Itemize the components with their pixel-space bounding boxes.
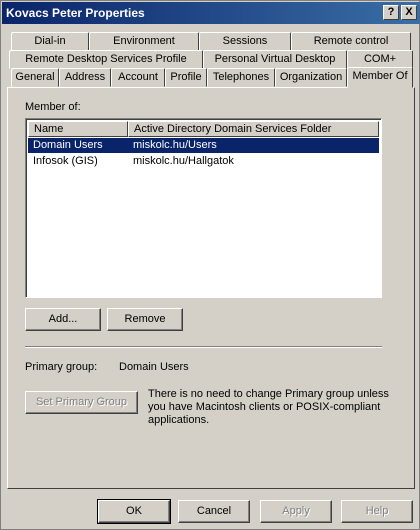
properties-dialog: Kovacs Peter Properties ? X Dial-in Envi… bbox=[0, 0, 420, 530]
group-folder: miskolc.hu/Hallgatok bbox=[133, 155, 234, 167]
tab-remote-control[interactable]: Remote control bbox=[291, 32, 411, 51]
list-item[interactable]: Domain Users miskolc.hu/Users bbox=[28, 138, 379, 153]
set-primary-group-button[interactable]: Set Primary Group bbox=[25, 391, 138, 414]
ok-button[interactable]: OK bbox=[97, 499, 171, 524]
column-header-name[interactable]: Name bbox=[28, 121, 128, 137]
window-title: Kovacs Peter Properties bbox=[6, 6, 145, 20]
group-name: Domain Users bbox=[33, 139, 103, 151]
tab-telephones[interactable]: Telephones bbox=[207, 68, 275, 87]
tab-general[interactable]: General bbox=[11, 68, 59, 87]
primary-group-note: There is no need to change Primary group… bbox=[148, 388, 389, 426]
title-bar[interactable]: Kovacs Peter Properties ? X bbox=[2, 2, 420, 24]
separator bbox=[25, 346, 382, 348]
tab-dial-in[interactable]: Dial-in bbox=[11, 32, 89, 51]
list-item[interactable]: Infosok (GIS) miskolc.hu/Hallgatok bbox=[28, 154, 379, 169]
cancel-button[interactable]: Cancel bbox=[178, 500, 250, 523]
list-header: Name Active Directory Domain Services Fo… bbox=[28, 121, 379, 137]
tab-member-of[interactable]: Member Of bbox=[347, 67, 413, 88]
group-folder: miskolc.hu/Users bbox=[133, 139, 217, 151]
apply-button[interactable]: Apply bbox=[260, 500, 332, 523]
add-button[interactable]: Add... bbox=[25, 308, 101, 331]
tab-profile[interactable]: Profile bbox=[165, 68, 207, 87]
primary-group-value: Domain Users bbox=[119, 361, 189, 373]
primary-group-label: Primary group: bbox=[25, 361, 98, 373]
member-of-panel: Member of: Name Active Directory Domain … bbox=[7, 87, 415, 489]
tab-remote-desktop-services-profile[interactable]: Remote Desktop Services Profile bbox=[9, 50, 203, 69]
tab-environment[interactable]: Environment bbox=[89, 32, 199, 51]
remove-button[interactable]: Remove bbox=[107, 308, 183, 331]
tab-personal-virtual-desktop[interactable]: Personal Virtual Desktop bbox=[203, 50, 347, 69]
member-of-label: Member of: bbox=[25, 101, 81, 113]
tab-sessions[interactable]: Sessions bbox=[199, 32, 291, 51]
group-name: Infosok (GIS) bbox=[33, 155, 98, 167]
column-header-folder[interactable]: Active Directory Domain Services Folder bbox=[128, 121, 379, 137]
member-of-list[interactable]: Name Active Directory Domain Services Fo… bbox=[25, 118, 382, 298]
tab-account[interactable]: Account bbox=[111, 68, 165, 87]
help-title-button[interactable]: ? bbox=[383, 5, 399, 20]
tab-organization[interactable]: Organization bbox=[275, 68, 347, 87]
close-button[interactable]: X bbox=[401, 5, 417, 20]
tab-address[interactable]: Address bbox=[59, 68, 111, 87]
help-button[interactable]: Help bbox=[341, 500, 413, 523]
